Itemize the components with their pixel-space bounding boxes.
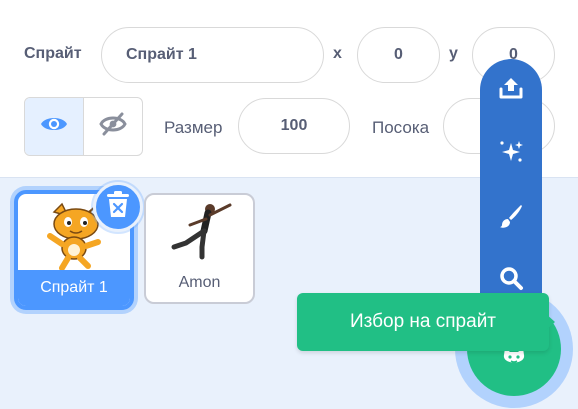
dancer-costume-thumbnail: [168, 201, 234, 266]
trash-icon: [105, 190, 131, 224]
tooltip-arrow: [545, 313, 555, 331]
x-label: x: [333, 45, 342, 62]
sprite-tile[interactable]: Amon: [144, 193, 255, 304]
search-icon: [498, 265, 524, 296]
upload-sprite-button[interactable]: [480, 67, 542, 113]
visibility-toggle-group: [24, 97, 143, 156]
sprite-name-input[interactable]: Спрайт 1: [101, 27, 324, 83]
x-input[interactable]: 0: [357, 27, 440, 83]
sprite-name-label: Amon: [178, 274, 221, 291]
paint-icon: [498, 203, 524, 234]
surprise-icon: [498, 139, 524, 170]
surprise-sprite-button[interactable]: [480, 131, 542, 177]
paint-sprite-button[interactable]: [480, 195, 542, 241]
sprite-name-label: Спрайт 1: [18, 270, 130, 306]
sprite-chooser-menu: [480, 59, 542, 325]
eye-icon: [40, 114, 68, 139]
size-input[interactable]: 100: [238, 98, 350, 154]
delete-sprite-button[interactable]: [93, 182, 143, 232]
direction-label: Посока: [372, 118, 430, 137]
sprite-label: Спрайт: [24, 45, 82, 62]
hide-sprite-button[interactable]: [84, 98, 142, 155]
y-label: y: [449, 45, 458, 62]
show-sprite-button[interactable]: [25, 98, 84, 155]
size-label: Размер: [164, 118, 223, 137]
upload-icon: [498, 75, 524, 106]
eye-slash-icon: [99, 112, 127, 141]
sprite-chooser-tooltip: Избор на спрайт: [297, 293, 549, 351]
